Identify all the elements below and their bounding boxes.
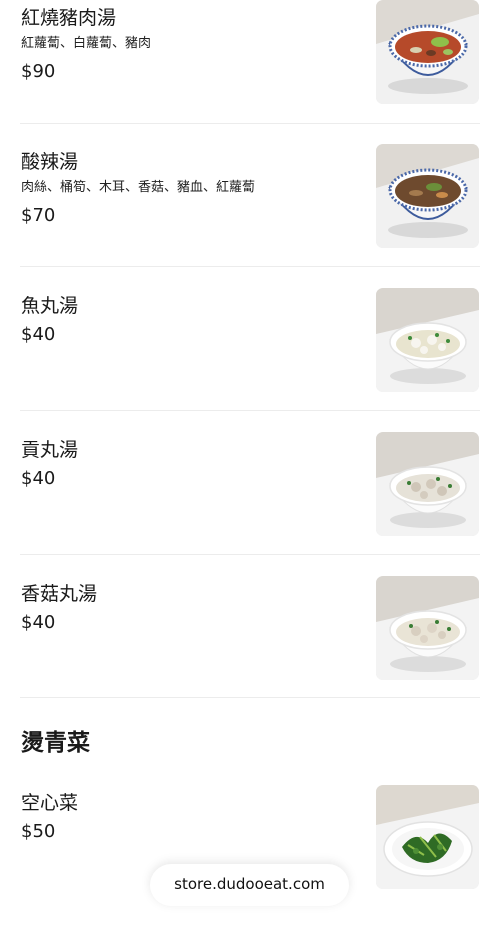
item-price: $90	[21, 61, 56, 82]
item-photo[interactable]	[376, 432, 479, 536]
item-name: 香菇丸湯	[21, 583, 98, 605]
item-photo[interactable]	[376, 144, 479, 248]
item-name: 紅燒豬肉湯	[21, 7, 117, 29]
item-photo[interactable]	[376, 785, 479, 889]
item-photo[interactable]	[376, 0, 479, 104]
divider	[20, 554, 480, 555]
menu-item-water-spinach[interactable]: 空心菜 $50	[0, 785, 490, 928]
item-name: 魚丸湯	[21, 295, 79, 317]
item-photo[interactable]	[376, 288, 479, 392]
menu-item-red-braised-pork-soup[interactable]: 紅燒豬肉湯 紅蘿蔔、白蘿蔔、豬肉 $90	[0, 0, 490, 143]
item-photo[interactable]	[376, 576, 479, 680]
item-name: 貢丸湯	[21, 439, 79, 461]
item-name: 酸辣湯	[21, 151, 79, 173]
item-price: $40	[21, 468, 56, 489]
item-description: 紅蘿蔔、白蘿蔔、豬肉	[21, 36, 152, 51]
item-name: 空心菜	[21, 792, 79, 814]
divider	[20, 697, 480, 698]
item-price: $50	[21, 821, 56, 842]
item-price: $40	[21, 324, 56, 345]
section-title: 燙青菜	[21, 730, 90, 756]
divider	[20, 123, 480, 124]
item-description: 肉絲、桶筍、木耳、香菇、豬血、紅蘿蔔	[21, 180, 256, 195]
divider	[20, 266, 480, 267]
item-price: $70	[21, 205, 56, 226]
divider	[20, 410, 480, 411]
item-price: $40	[21, 612, 56, 633]
